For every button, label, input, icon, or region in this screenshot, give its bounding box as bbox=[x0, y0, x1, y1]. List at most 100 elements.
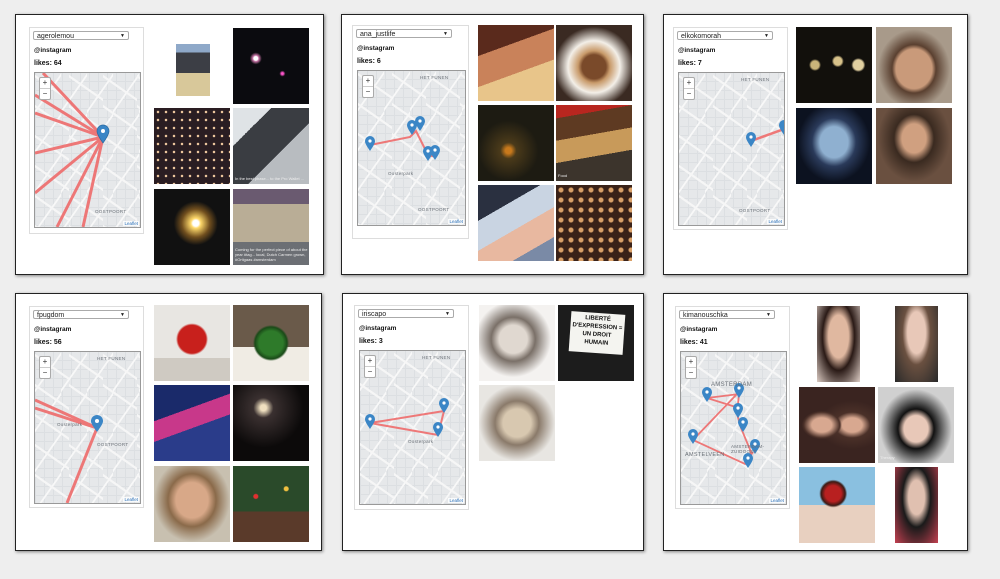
photo-thumbnail[interactable] bbox=[478, 185, 554, 261]
zoom-in-button[interactable]: + bbox=[365, 356, 375, 367]
user-select[interactable]: kimanouschka ▼ bbox=[679, 310, 775, 319]
leaflet-attribution[interactable]: Leaflet bbox=[448, 219, 464, 224]
photo-caption: Coming for the perfect piece of about th… bbox=[235, 247, 308, 262]
instagram-label: @instagram bbox=[357, 45, 395, 52]
photo-thumbnail[interactable] bbox=[176, 31, 210, 103]
photo-thumbnail[interactable] bbox=[478, 105, 554, 181]
map-label: OOSTPOORT bbox=[97, 442, 129, 447]
leaflet-attribution[interactable]: Leaflet bbox=[123, 221, 139, 226]
photo-thumbnail[interactable] bbox=[154, 108, 230, 184]
photo-thumbnail[interactable] bbox=[556, 185, 632, 261]
photo-thumbnail[interactable]: Food bbox=[556, 105, 632, 181]
instagram-label: @instagram bbox=[359, 325, 397, 332]
photo-thumbnail[interactable] bbox=[233, 466, 309, 542]
zoom-in-button[interactable]: + bbox=[684, 78, 694, 89]
user-select[interactable]: agerolemou ▼ bbox=[33, 31, 129, 40]
map[interactable]: + − HET FUNEN Oosterpark OOSTPOORT Leafle… bbox=[34, 351, 141, 504]
photo-thumbnail[interactable] bbox=[556, 25, 632, 101]
user-card-iriscapo: iriscapo ▼ @instagram likes: 3 + − HET FUN… bbox=[342, 293, 644, 551]
zoom-out-button[interactable]: − bbox=[363, 87, 373, 97]
zoom-out-button[interactable]: − bbox=[40, 368, 50, 378]
photo-thumbnail[interactable] bbox=[233, 28, 309, 104]
map-label: OOSTPOORT bbox=[739, 208, 771, 213]
map-marker-icon[interactable] bbox=[430, 145, 440, 160]
user-select[interactable]: elkokomorah ▼ bbox=[677, 31, 773, 40]
chevron-down-icon: ▼ bbox=[445, 311, 450, 317]
user-select-value: fpugdom bbox=[37, 312, 65, 319]
photo-thumbnail[interactable] bbox=[876, 108, 952, 184]
photo-thumbnail[interactable]: LIBERTÉ D'EXPRESSION = UN DROIT HUMAIN bbox=[558, 305, 634, 381]
chevron-down-icon: ▼ bbox=[120, 312, 125, 318]
map[interactable]: + − HET FUNEN Oosterpark Leaflet bbox=[359, 350, 466, 505]
map-label: Oosterpark bbox=[388, 171, 414, 176]
photo-thumbnail[interactable] bbox=[478, 25, 554, 101]
map[interactable]: + − HET FUNEN Oosterpark OOSTPOORT Leafle… bbox=[357, 70, 466, 226]
leaflet-attribution[interactable]: Leaflet bbox=[767, 219, 783, 224]
map-marker-icon[interactable] bbox=[365, 136, 375, 151]
user-select-value: iriscapo bbox=[362, 311, 387, 318]
photo-thumbnail[interactable] bbox=[796, 27, 872, 103]
zoom-in-button[interactable]: + bbox=[686, 357, 696, 368]
likes-count: likes: 7 bbox=[678, 60, 702, 67]
likes-count: likes: 6 bbox=[357, 58, 381, 65]
photo-thumbnail[interactable] bbox=[479, 385, 555, 461]
user-card-ana_justlife: ana_justlife ▼ @instagram likes: 6 + − HET… bbox=[341, 14, 644, 275]
zoom-out-button[interactable]: − bbox=[684, 89, 694, 99]
user-card-elkokomorah: elkokomorah ▼ @instagram likes: 7 + − HET … bbox=[663, 14, 968, 275]
map-marker-icon[interactable] bbox=[733, 403, 743, 418]
controls-panel: ana_justlife ▼ @instagram likes: 6 + − HET… bbox=[352, 25, 469, 239]
likes-count: likes: 56 bbox=[34, 339, 62, 346]
map-marker-icon[interactable] bbox=[779, 120, 784, 135]
map-label: Oosterpark bbox=[57, 422, 83, 427]
controls-panel: iriscapo ▼ @instagram likes: 3 + − HET FUN… bbox=[354, 305, 469, 510]
zoom-out-button[interactable]: − bbox=[40, 89, 50, 99]
map-marker-icon[interactable] bbox=[743, 453, 753, 468]
map-marker-icon[interactable] bbox=[91, 415, 103, 432]
photo-thumbnail[interactable] bbox=[895, 306, 938, 382]
controls-panel: elkokomorah ▼ @instagram likes: 7 + − HET … bbox=[673, 27, 788, 230]
photo-thumbnail[interactable] bbox=[876, 27, 952, 103]
zoom-in-button[interactable]: + bbox=[40, 78, 50, 89]
photo-thumbnail[interactable] bbox=[154, 385, 230, 461]
photo-thumbnail[interactable]: Coming for the perfect piece of about th… bbox=[233, 189, 309, 265]
photo-thumbnail[interactable] bbox=[799, 387, 875, 463]
zoom-out-button[interactable]: − bbox=[365, 367, 375, 377]
instagram-label: @instagram bbox=[678, 47, 716, 54]
leaflet-attribution[interactable]: Leaflet bbox=[769, 498, 785, 503]
map-label: AMSTERDAM bbox=[711, 382, 753, 388]
zoom-in-button[interactable]: + bbox=[363, 76, 373, 87]
photo-thumbnail[interactable] bbox=[154, 189, 230, 265]
map-label: OOSTPOORT bbox=[418, 207, 450, 212]
photo-thumbnail[interactable] bbox=[895, 467, 938, 543]
photo-thumbnail[interactable] bbox=[796, 108, 872, 184]
map-marker-icon[interactable] bbox=[746, 132, 756, 147]
photo-thumbnail[interactable] bbox=[817, 306, 860, 382]
map[interactable]: + − OOSTPOORT Leaflet bbox=[34, 72, 141, 228]
map-label: HET FUNEN bbox=[97, 356, 126, 361]
photo-thumbnail[interactable] bbox=[154, 305, 230, 381]
map[interactable]: + − HET FUNEN OOSTPOORT Leaflet bbox=[678, 72, 785, 226]
photo-thumbnail[interactable]: Therapy bbox=[878, 387, 954, 463]
user-select[interactable]: iriscapo ▼ bbox=[358, 309, 454, 318]
photo-thumbnail[interactable] bbox=[154, 466, 230, 542]
photo-thumbnail[interactable] bbox=[799, 467, 875, 543]
photo-thumbnail[interactable] bbox=[479, 305, 555, 381]
map-label: HET FUNEN bbox=[741, 77, 770, 82]
photo-thumbnail[interactable] bbox=[233, 305, 309, 381]
photo-thumbnail[interactable] bbox=[233, 385, 309, 461]
zoom-in-button[interactable]: + bbox=[40, 357, 50, 368]
map-label: OOSTPOORT bbox=[95, 209, 127, 214]
map-marker-icon[interactable] bbox=[365, 414, 375, 429]
leaflet-attribution[interactable]: Leaflet bbox=[448, 498, 464, 503]
user-select-value: ana_justlife bbox=[360, 31, 396, 38]
photo-thumbnail[interactable]: In the best phase... to the Pro Wallet .… bbox=[233, 108, 309, 184]
user-select[interactable]: ana_justlife ▼ bbox=[356, 29, 452, 38]
user-select[interactable]: fpugdom ▼ bbox=[33, 310, 129, 319]
map-marker-icon[interactable] bbox=[738, 417, 748, 432]
leaflet-attribution[interactable]: Leaflet bbox=[123, 497, 139, 502]
photo-caption: Food bbox=[558, 173, 568, 178]
likes-count: likes: 3 bbox=[359, 338, 383, 345]
map-marker-icon[interactable] bbox=[415, 116, 425, 131]
zoom-out-button[interactable]: − bbox=[686, 368, 696, 378]
map[interactable]: + − AMSTERDAM AMSTELVEEN AMSTERDAM-ZUIDOO… bbox=[680, 351, 787, 505]
